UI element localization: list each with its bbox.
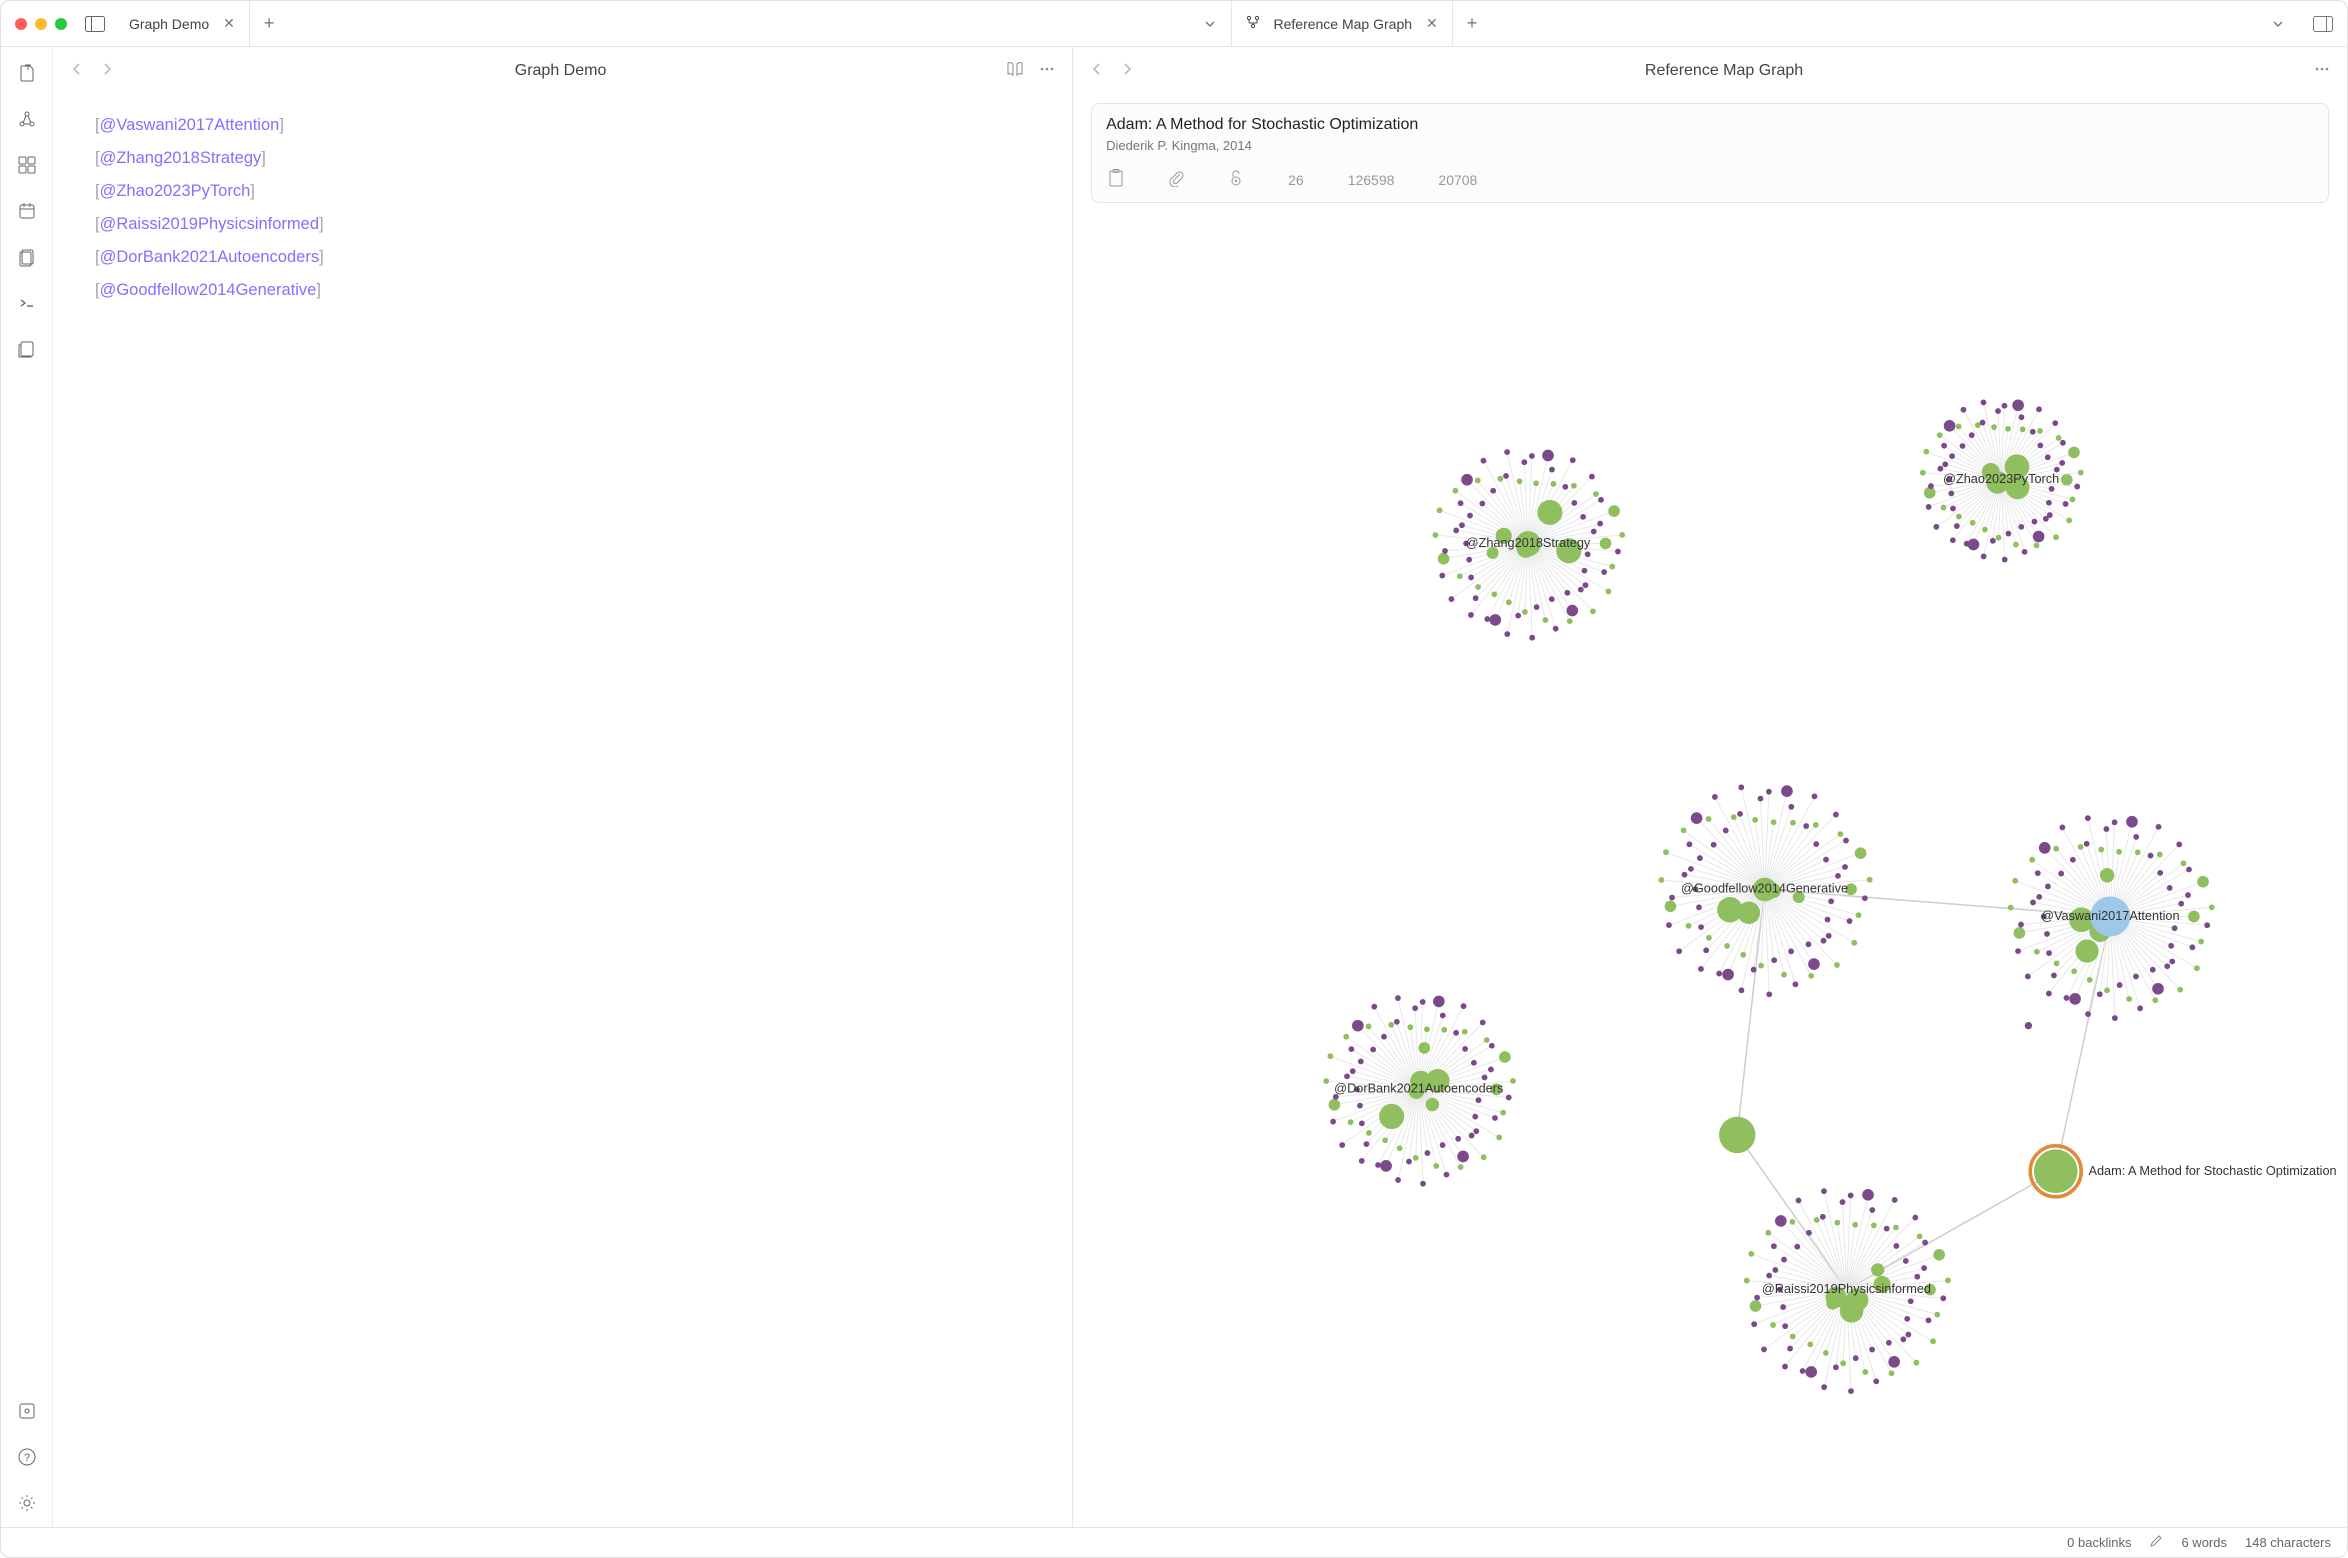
svg-text:@Goodfellow2014Generative: @Goodfellow2014Generative bbox=[1681, 881, 1848, 896]
tab-label: Reference Map Graph bbox=[1274, 16, 1413, 32]
more-icon[interactable] bbox=[1038, 60, 1056, 83]
paper-metrics: 26 126598 20708 bbox=[1106, 165, 2314, 192]
maximize-window-button[interactable] bbox=[55, 18, 67, 30]
new-tab-button-left[interactable]: + bbox=[250, 1, 289, 46]
tab-dropdown-right[interactable] bbox=[2257, 1, 2299, 46]
metric-a: 26 bbox=[1288, 172, 1304, 188]
left-rail: ? bbox=[1, 47, 53, 1527]
svg-text:@DorBank2021Autoencoders: @DorBank2021Autoencoders bbox=[1334, 1081, 1503, 1096]
left-panel-toggle-icon[interactable] bbox=[81, 1, 115, 46]
pane-right: Reference Map Graph Adam: A Method for S… bbox=[1073, 47, 2347, 1527]
close-window-button[interactable] bbox=[15, 18, 27, 30]
status-bar: 0 backlinks 6 words 148 characters bbox=[1, 1527, 2347, 1557]
tabs-group-left: Graph Demo ✕ + bbox=[115, 1, 1231, 46]
clipboard-icon[interactable] bbox=[1108, 169, 1124, 190]
panes: Graph Demo [@Vaswani2017Attention][@Zhan… bbox=[53, 47, 2347, 1527]
status-words[interactable]: 6 words bbox=[2181, 1535, 2227, 1550]
tab-label: Graph Demo bbox=[129, 16, 209, 32]
nav-forward-icon[interactable] bbox=[99, 61, 115, 82]
vault-icon[interactable] bbox=[15, 1399, 39, 1423]
graph-canvas[interactable]: @Zhang2018Strategy @Zhao2023PyTorch @Goodf… bbox=[1073, 215, 2347, 1527]
new-tab-button-right[interactable]: + bbox=[1453, 1, 1492, 46]
svg-text:?: ? bbox=[23, 1452, 29, 1464]
pane-title: Reference Map Graph bbox=[1135, 62, 2313, 80]
canvas-icon[interactable] bbox=[15, 153, 39, 177]
settings-icon[interactable] bbox=[15, 1491, 39, 1515]
pane-title: Graph Demo bbox=[115, 62, 1006, 80]
editor-body[interactable]: [@Vaswani2017Attention][@Zhang2018Strate… bbox=[53, 95, 1072, 321]
nav-back-icon[interactable] bbox=[69, 61, 85, 82]
command-icon[interactable] bbox=[15, 291, 39, 315]
citation-line[interactable]: [@Zhao2023PyTorch] bbox=[95, 175, 1030, 208]
graph-icon[interactable] bbox=[15, 107, 39, 131]
close-icon[interactable]: ✕ bbox=[223, 15, 235, 32]
main-area: ? Graph Demo [@Vaswani2017Attention][@Zh… bbox=[1, 47, 2347, 1527]
pane-header-left: Graph Demo bbox=[53, 47, 1072, 95]
svg-text:@Raissi2019Physicsinformed: @Raissi2019Physicsinformed bbox=[1762, 1281, 1931, 1296]
files-icon[interactable] bbox=[15, 245, 39, 269]
tabs-group-right: Reference Map Graph ✕ + bbox=[1231, 1, 2348, 46]
pane-left: Graph Demo [@Vaswani2017Attention][@Zhan… bbox=[53, 47, 1073, 1527]
attachment-icon[interactable] bbox=[1168, 169, 1184, 190]
nav-forward-icon[interactable] bbox=[1119, 61, 1135, 82]
edit-mode-icon[interactable] bbox=[2149, 1534, 2163, 1551]
status-backlinks[interactable]: 0 backlinks bbox=[2067, 1535, 2131, 1550]
citation-line[interactable]: [@Raissi2019Physicsinformed] bbox=[95, 208, 1030, 241]
pane-header-right: Reference Map Graph bbox=[1073, 47, 2347, 95]
paper-subtitle: Diederik P. Kingma, 2014 bbox=[1106, 138, 2314, 153]
more-icon[interactable] bbox=[2313, 60, 2331, 83]
tab-reference-map[interactable]: Reference Map Graph ✕ bbox=[1232, 1, 1453, 46]
calendar-icon[interactable] bbox=[15, 199, 39, 223]
tabs-row: Graph Demo ✕ + Reference Map Graph ✕ + bbox=[115, 1, 2347, 46]
right-panel-toggle-icon[interactable] bbox=[2299, 1, 2347, 46]
citation-line[interactable]: [@Zhang2018Strategy] bbox=[95, 142, 1030, 175]
citation-line[interactable]: [@DorBank2021Autoencoders] bbox=[95, 241, 1030, 274]
metric-c: 20708 bbox=[1438, 172, 1477, 188]
close-icon[interactable]: ✕ bbox=[1426, 15, 1438, 32]
git-fork-icon bbox=[1246, 15, 1260, 32]
svg-text:Adam: A Method for Stochastic: Adam: A Method for Stochastic Optimizati… bbox=[2089, 1163, 2337, 1178]
paper-title: Adam: A Method for Stochastic Optimizati… bbox=[1106, 116, 2314, 134]
open-access-icon[interactable] bbox=[1228, 169, 1244, 190]
paper-info-card: Adam: A Method for Stochastic Optimizati… bbox=[1091, 103, 2329, 203]
reading-view-icon[interactable] bbox=[1006, 60, 1024, 83]
quick-switcher-icon[interactable] bbox=[15, 61, 39, 85]
metric-b: 126598 bbox=[1348, 172, 1395, 188]
svg-text:@Zhao2023PyTorch: @Zhao2023PyTorch bbox=[1943, 471, 2059, 486]
citation-line[interactable]: [@Vaswani2017Attention] bbox=[95, 109, 1030, 142]
minimize-window-button[interactable] bbox=[35, 18, 47, 30]
status-chars[interactable]: 148 characters bbox=[2245, 1535, 2331, 1550]
templates-icon[interactable] bbox=[15, 337, 39, 361]
citation-line[interactable]: [@Goodfellow2014Generative] bbox=[95, 274, 1030, 307]
tab-graph-demo[interactable]: Graph Demo ✕ bbox=[115, 1, 250, 46]
svg-text:@Vaswani2017Attention: @Vaswani2017Attention bbox=[2041, 908, 2180, 923]
title-bar: Graph Demo ✕ + Reference Map Graph ✕ + bbox=[1, 1, 2347, 47]
svg-text:@Zhang2018Strategy: @Zhang2018Strategy bbox=[1466, 535, 1591, 550]
help-icon[interactable]: ? bbox=[15, 1445, 39, 1469]
nav-back-icon[interactable] bbox=[1089, 61, 1105, 82]
window-controls bbox=[1, 1, 81, 46]
tab-dropdown-left[interactable] bbox=[1189, 1, 1231, 46]
